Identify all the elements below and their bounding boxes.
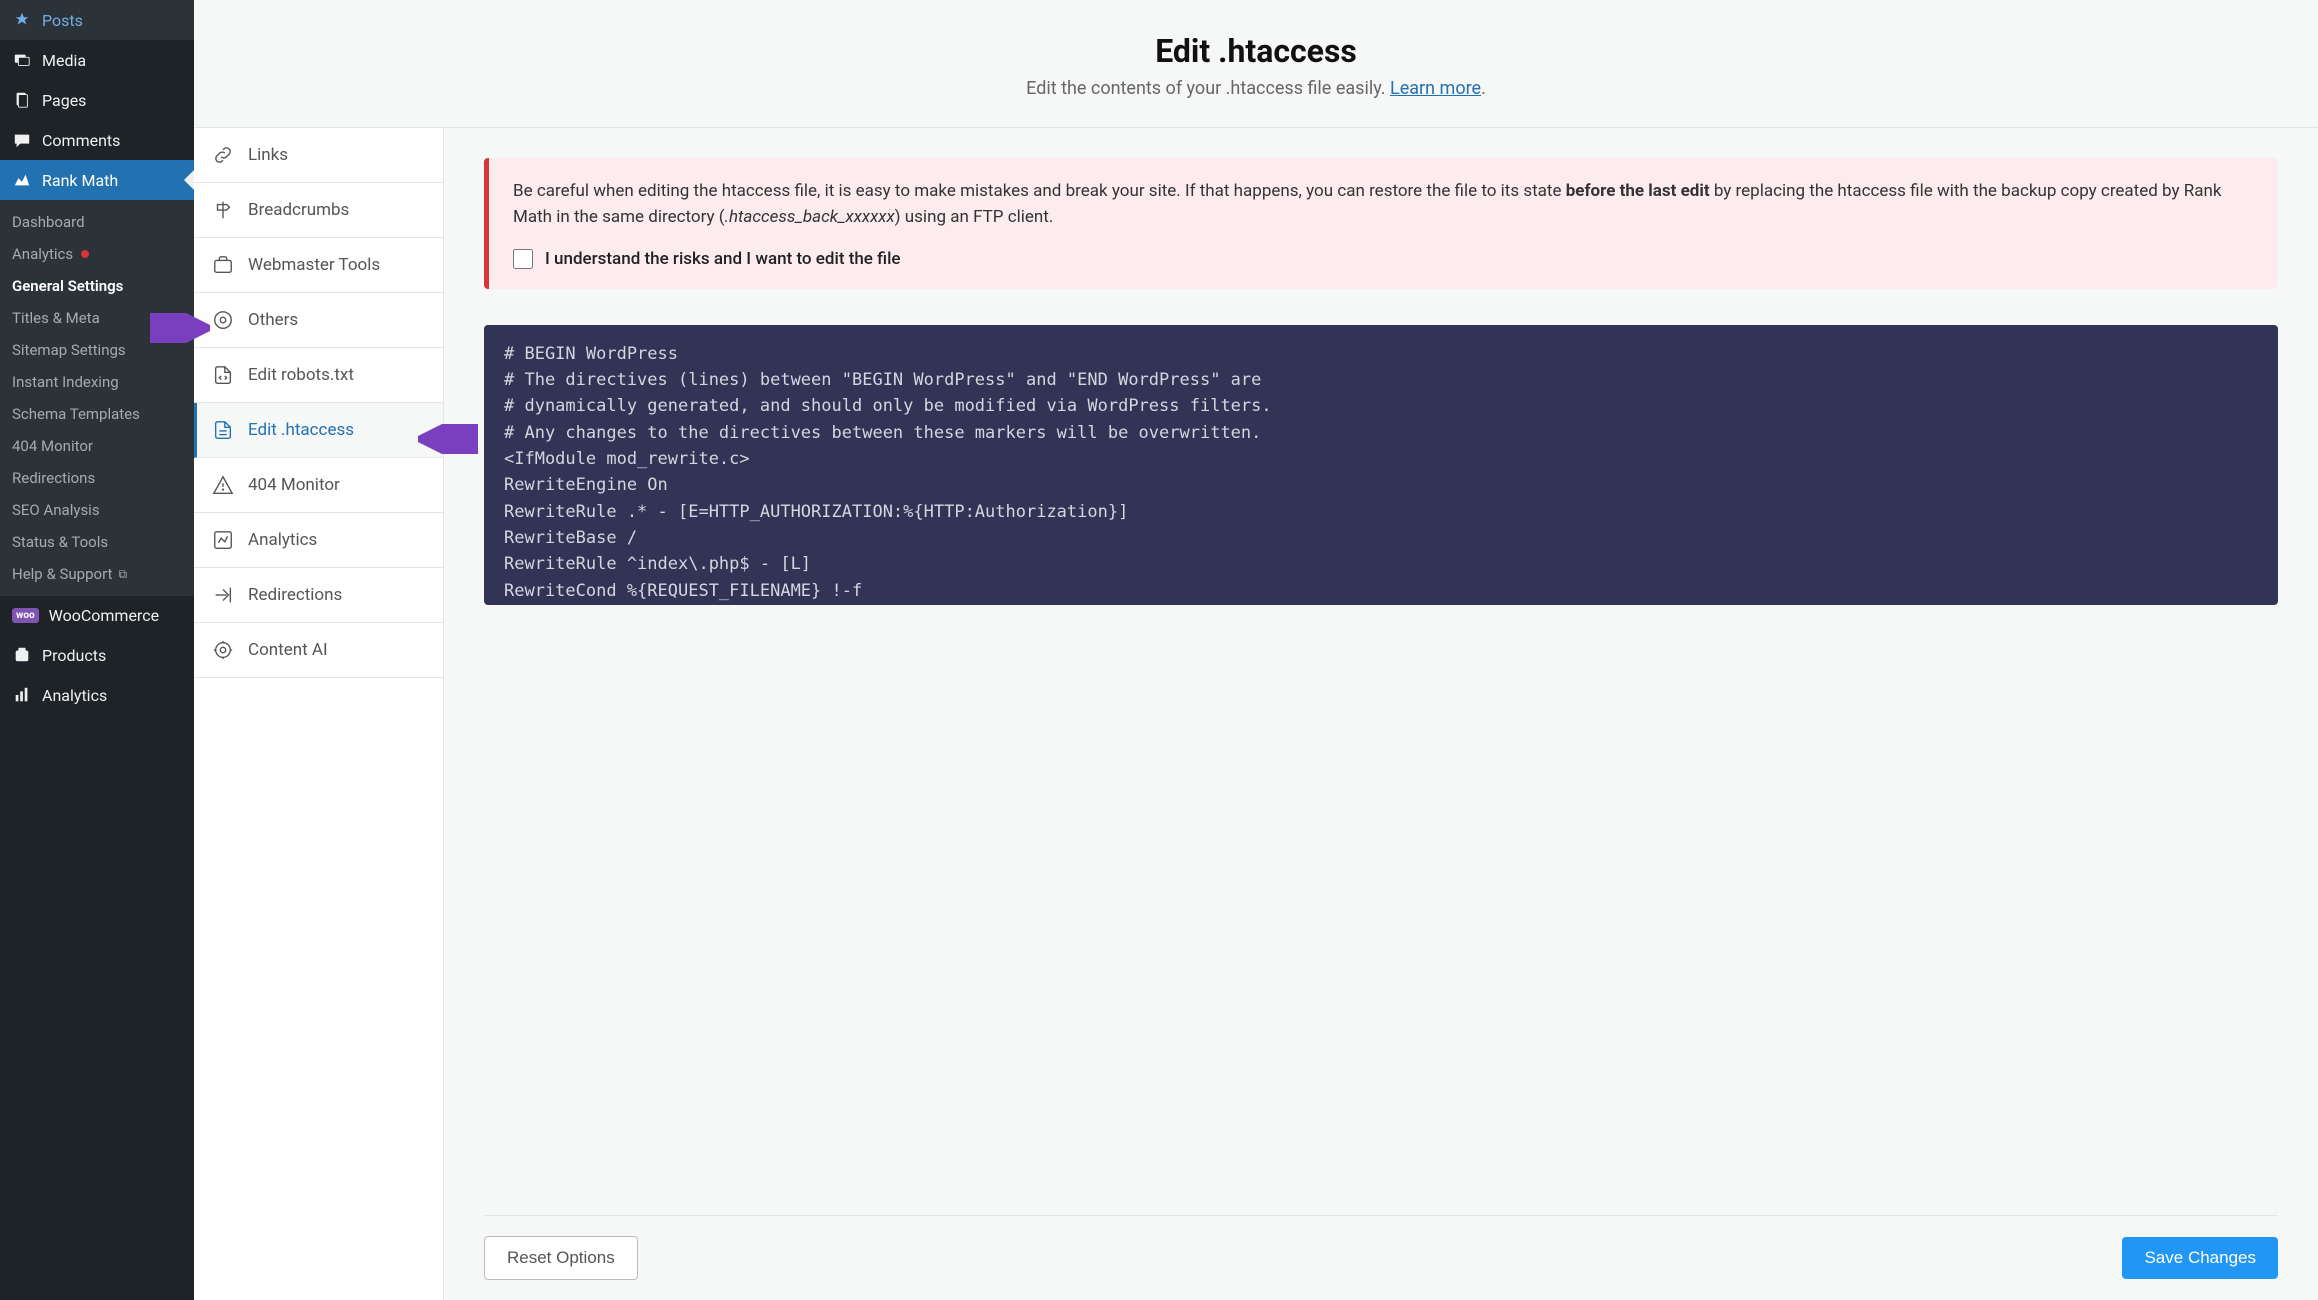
tab-label: Analytics bbox=[248, 530, 317, 550]
menu-rankmath[interactable]: Rank Math bbox=[0, 160, 194, 200]
menu-media[interactable]: Media bbox=[0, 40, 194, 80]
menu-label: WooCommerce bbox=[49, 606, 159, 625]
menu-comments[interactable]: Comments bbox=[0, 120, 194, 160]
products-icon bbox=[12, 645, 32, 665]
settings-tabs-sidebar: Links Breadcrumbs Webmaster Tools Others… bbox=[194, 128, 444, 1300]
content-area: Edit .htaccess Edit the contents of your… bbox=[194, 0, 2318, 1300]
submenu-analytics[interactable]: Analytics bbox=[0, 238, 194, 270]
submenu-404-monitor[interactable]: 404 Monitor bbox=[0, 430, 194, 462]
menu-label: Pages bbox=[42, 91, 86, 110]
consent-label[interactable]: I understand the risks and I want to edi… bbox=[545, 249, 901, 269]
submenu-titles-meta[interactable]: Titles & Meta bbox=[0, 302, 194, 334]
page-title: Edit .htaccess bbox=[214, 32, 2298, 70]
tab-label: Edit .htaccess bbox=[248, 420, 354, 440]
menu-products[interactable]: Products bbox=[0, 635, 194, 675]
file-code-icon bbox=[212, 364, 234, 386]
tab-label: Breadcrumbs bbox=[248, 200, 349, 220]
media-icon bbox=[12, 50, 32, 70]
links-icon bbox=[212, 144, 234, 166]
tab-label: Webmaster Tools bbox=[248, 255, 380, 275]
file-text-icon bbox=[212, 419, 234, 441]
external-link-icon: ⧉ bbox=[118, 567, 127, 582]
bars-icon bbox=[12, 685, 32, 705]
tab-links[interactable]: Links bbox=[194, 128, 443, 183]
notification-dot-icon bbox=[81, 250, 89, 258]
menu-analytics-woo[interactable]: Analytics bbox=[0, 675, 194, 715]
redirect-icon bbox=[212, 584, 234, 606]
tab-breadcrumbs[interactable]: Breadcrumbs bbox=[194, 183, 443, 238]
tab-404-monitor[interactable]: 404 Monitor bbox=[194, 458, 443, 513]
tab-content-ai[interactable]: Content AI bbox=[194, 623, 443, 678]
tab-analytics-settings[interactable]: Analytics bbox=[194, 513, 443, 568]
submenu-sitemap-settings[interactable]: Sitemap Settings bbox=[0, 334, 194, 366]
briefcase-icon bbox=[212, 254, 234, 276]
tab-redirections-settings[interactable]: Redirections bbox=[194, 568, 443, 623]
warning-text: Be careful when editing the htaccess fil… bbox=[513, 178, 2254, 231]
warning-icon bbox=[212, 474, 234, 496]
tab-label: 404 Monitor bbox=[248, 475, 340, 495]
tab-label: Edit robots.txt bbox=[248, 365, 354, 385]
pages-icon bbox=[12, 90, 32, 110]
footer-bar: Reset Options Save Changes bbox=[484, 1215, 2278, 1300]
submenu-seo-analysis[interactable]: SEO Analysis bbox=[0, 494, 194, 526]
submenu-dashboard[interactable]: Dashboard bbox=[0, 206, 194, 238]
woo-icon: woo bbox=[12, 608, 39, 623]
tab-edit-htaccess[interactable]: Edit .htaccess bbox=[194, 403, 443, 458]
menu-pages[interactable]: Pages bbox=[0, 80, 194, 120]
page-subtitle: Edit the contents of your .htaccess file… bbox=[214, 78, 2298, 99]
menu-label: Analytics bbox=[42, 686, 107, 705]
tab-webmaster-tools[interactable]: Webmaster Tools bbox=[194, 238, 443, 293]
tab-label: Links bbox=[248, 145, 288, 165]
submenu-schema-templates[interactable]: Schema Templates bbox=[0, 398, 194, 430]
menu-posts[interactable]: Posts bbox=[0, 0, 194, 40]
tab-others[interactable]: Others bbox=[194, 293, 443, 348]
submenu-instant-indexing[interactable]: Instant Indexing bbox=[0, 366, 194, 398]
menu-label: Products bbox=[42, 646, 106, 665]
menu-label: Comments bbox=[42, 131, 120, 150]
submenu-status-tools[interactable]: Status & Tools bbox=[0, 526, 194, 558]
signpost-icon bbox=[212, 199, 234, 221]
ai-icon bbox=[212, 639, 234, 661]
warning-box: Be careful when editing the htaccess fil… bbox=[484, 158, 2278, 289]
chart-icon bbox=[212, 529, 234, 551]
submenu-help-support[interactable]: Help & Support⧉ bbox=[0, 558, 194, 590]
pin-icon bbox=[12, 10, 32, 30]
htaccess-editor[interactable]: # BEGIN WordPress # The directives (line… bbox=[484, 325, 2278, 605]
menu-woocommerce[interactable]: woo WooCommerce bbox=[0, 596, 194, 635]
save-button[interactable]: Save Changes bbox=[2122, 1237, 2278, 1279]
wp-admin-sidebar: Posts Media Pages Comments Rank Math bbox=[0, 0, 194, 1300]
settings-panel: Be careful when editing the htaccess fil… bbox=[444, 128, 2318, 1300]
page-header: Edit .htaccess Edit the contents of your… bbox=[194, 0, 2318, 128]
tab-label: Redirections bbox=[248, 585, 342, 605]
disc-icon bbox=[212, 309, 234, 331]
tab-label: Others bbox=[248, 310, 298, 330]
rankmath-submenu: Dashboard Analytics General Settings Tit… bbox=[0, 200, 194, 596]
tab-edit-robots[interactable]: Edit robots.txt bbox=[194, 348, 443, 403]
reset-button[interactable]: Reset Options bbox=[484, 1236, 638, 1280]
learn-more-link[interactable]: Learn more bbox=[1390, 78, 1481, 99]
menu-label: Posts bbox=[42, 11, 83, 30]
tab-label: Content AI bbox=[248, 640, 328, 660]
menu-label: Rank Math bbox=[42, 171, 118, 190]
comments-icon bbox=[12, 130, 32, 150]
consent-checkbox[interactable] bbox=[513, 249, 533, 269]
menu-label: Media bbox=[42, 51, 86, 70]
submenu-redirections[interactable]: Redirections bbox=[0, 462, 194, 494]
rankmath-icon bbox=[12, 170, 32, 190]
submenu-general-settings[interactable]: General Settings bbox=[0, 270, 194, 302]
